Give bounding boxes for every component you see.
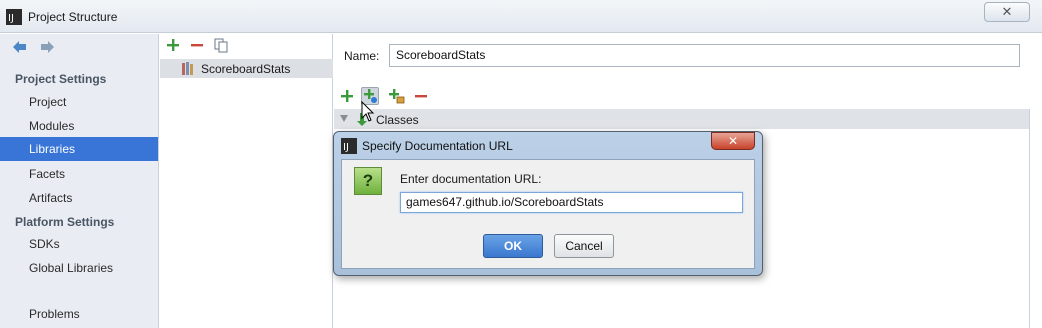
add-icon[interactable] — [338, 87, 356, 105]
sidebar-item-global-libraries[interactable]: Global Libraries — [0, 256, 158, 280]
documentation-url-input[interactable]: games647.github.io/ScoreboardStats — [400, 192, 743, 213]
name-label: Name: — [344, 49, 380, 63]
library-icon — [182, 62, 193, 75]
svg-text:IJ: IJ — [8, 13, 14, 24]
library-name-field[interactable]: ScoreboardStats — [389, 44, 1020, 67]
add-jar-icon[interactable] — [388, 87, 406, 105]
dialog-title: Specify Documentation URL — [362, 139, 513, 153]
copy-icon[interactable] — [213, 37, 229, 53]
documentation-url-dialog: IJ Specify Documentation URL ✕ ? Enter d… — [333, 131, 763, 276]
question-icon: ? — [354, 167, 382, 195]
settings-sidebar: Project Settings Project Modules Librari… — [0, 34, 159, 328]
mouse-pointer-icon — [361, 101, 375, 122]
platform-settings-header: Platform Settings — [15, 215, 115, 229]
cancel-button[interactable]: Cancel — [554, 234, 614, 258]
title-bar: IJ Project Structure ✕ — [0, 0, 1042, 33]
dialog-body: ? Enter documentation URL: games647.gith… — [341, 159, 755, 269]
remove-icon[interactable] — [189, 37, 205, 53]
add-icon[interactable] — [165, 37, 181, 53]
sidebar-item-problems[interactable]: Problems — [0, 302, 158, 326]
sidebar-item-sdks[interactable]: SDKs — [0, 232, 158, 256]
library-label: ScoreboardStats — [201, 62, 291, 76]
window-close-button[interactable]: ✕ — [984, 2, 1030, 22]
sidebar-item-libraries[interactable]: Libraries — [0, 137, 158, 161]
sidebar-item-facets[interactable]: Facets — [0, 162, 158, 186]
project-structure-window: IJ Project Structure ✕ Project Settings … — [0, 0, 1042, 328]
arrow-left-icon[interactable] — [12, 40, 28, 54]
ok-button[interactable]: OK — [483, 234, 543, 258]
intellij-app-icon: IJ — [6, 9, 22, 25]
panel-divider — [1029, 109, 1030, 328]
classes-label: Classes — [376, 113, 419, 127]
svg-text:IJ: IJ — [343, 142, 349, 153]
library-row-selected[interactable]: ScoreboardStats — [160, 59, 333, 78]
libraries-list-panel: ScoreboardStats — [160, 34, 333, 328]
remove-icon[interactable] — [412, 87, 430, 105]
classes-node[interactable]: Classes — [334, 109, 1030, 129]
arrow-right-icon[interactable] — [39, 40, 55, 54]
dialog-close-button[interactable]: ✕ — [711, 132, 755, 150]
nav-history — [12, 40, 63, 57]
intellij-app-icon: IJ — [341, 138, 357, 154]
libraries-toolbar — [160, 34, 333, 58]
project-settings-header: Project Settings — [15, 72, 107, 86]
sidebar-item-project[interactable]: Project — [0, 90, 158, 114]
sidebar-item-modules[interactable]: Modules — [0, 114, 158, 138]
expand-triangle-icon[interactable] — [340, 115, 348, 122]
url-prompt: Enter documentation URL: — [400, 172, 542, 186]
window-title: Project Structure — [28, 10, 118, 24]
sidebar-item-artifacts[interactable]: Artifacts — [0, 186, 158, 210]
classes-toolbar — [334, 84, 1042, 108]
